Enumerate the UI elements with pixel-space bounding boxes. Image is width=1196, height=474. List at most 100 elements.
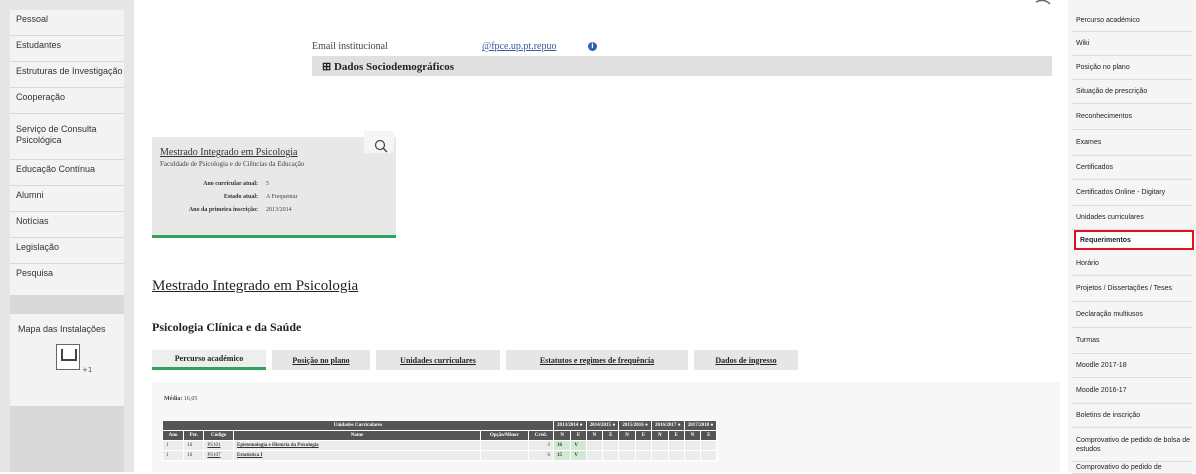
rnav-certificados[interactable]: Certificados bbox=[1072, 156, 1192, 180]
cell-empty bbox=[602, 450, 620, 461]
current-year-label: Ano curricular atual: bbox=[203, 181, 258, 187]
rnav-comprovativo-pedido[interactable]: Comprovativo do pedido de bbox=[1072, 462, 1192, 474]
rnav-exames[interactable]: Exames bbox=[1072, 130, 1192, 156]
cell-codigo[interactable]: PS101 bbox=[203, 440, 234, 451]
cell-empty bbox=[634, 440, 653, 451]
map-box[interactable]: Mapa das Instalações +1 bbox=[10, 314, 124, 406]
nav-item-alumni[interactable]: Alumni bbox=[10, 186, 124, 212]
col-e: E bbox=[570, 430, 587, 441]
nav-item-pessoal[interactable]: Pessoal bbox=[10, 10, 124, 36]
rnav-requerimentos[interactable]: Requerimentos bbox=[1074, 230, 1194, 250]
col-n: N bbox=[651, 430, 669, 441]
sociodemographic-label: ⊞ Dados Sociodemográficos bbox=[322, 61, 455, 73]
year-header-1[interactable]: 2014/2015 ● bbox=[585, 420, 620, 431]
cell-opcao bbox=[479, 450, 529, 461]
col-n: N bbox=[618, 430, 636, 441]
year-header-3[interactable]: 2016/2017 ● bbox=[651, 420, 685, 431]
cell-empty bbox=[618, 440, 636, 451]
academic-record-panel: Média: 16,05 Unidades Curriculares 2013/… bbox=[152, 382, 1060, 472]
rnav-reconhecimentos[interactable]: Reconhecimentos bbox=[1072, 104, 1192, 130]
tab-estatutos[interactable]: Estatutos e regimes de frequência bbox=[506, 350, 688, 370]
rnav-boletins[interactable]: Boletins de inscrição bbox=[1072, 404, 1192, 428]
year-header-4[interactable]: 2017/2018 ● bbox=[683, 420, 718, 431]
first-enrollment-value: 2013/2014 bbox=[266, 207, 292, 213]
cell-empty bbox=[651, 450, 669, 461]
program-title-link[interactable]: Mestrado Integrado em Psicologia bbox=[160, 147, 297, 158]
col-ano: Ano bbox=[161, 430, 185, 441]
rnav-turmas[interactable]: Turmas bbox=[1072, 328, 1192, 354]
rnav-moodle-2017[interactable]: Moodle 2017-18 bbox=[1072, 354, 1192, 378]
nav-item-pesquisa[interactable]: Pesquisa bbox=[10, 264, 124, 296]
average-label: Média: bbox=[164, 396, 183, 402]
cell-empty bbox=[667, 450, 685, 461]
left-navigation: Pessoal Estudantes Estruturas de Investi… bbox=[0, 0, 134, 472]
map-label: Mapa das Instalações bbox=[18, 324, 106, 334]
program-heading[interactable]: Mestrado Integrado em Psicologia bbox=[152, 278, 358, 295]
right-navigation: Percurso académico Wiki Posição no plano… bbox=[1068, 0, 1196, 474]
cell-cred: 3 bbox=[527, 440, 555, 451]
current-year-value: 5 bbox=[266, 181, 269, 187]
nav-item-consulta[interactable]: Serviço de Consulta Psicológica bbox=[10, 114, 124, 160]
average-value: 16,05 bbox=[183, 396, 198, 402]
rnav-situacao-prescricao[interactable]: Situação de prescrição bbox=[1072, 80, 1192, 104]
rnav-projetos[interactable]: Projetos / Dissertações / Teses bbox=[1072, 276, 1192, 302]
building-map-icon[interactable] bbox=[56, 344, 80, 370]
cell-nome[interactable]: Estatística I bbox=[232, 450, 481, 461]
rnav-comprovativo-bolsa[interactable]: Comprovativo de pedido de bolsa de estud… bbox=[1072, 428, 1192, 462]
cell-grade: 15 bbox=[552, 450, 572, 461]
nav-item-cooperacao[interactable]: Cooperação bbox=[10, 88, 124, 114]
search-icon[interactable] bbox=[1034, 0, 1054, 10]
cell-empty bbox=[585, 440, 604, 451]
status-label: Estado atual: bbox=[223, 194, 258, 200]
cell-empty bbox=[585, 450, 604, 461]
col-per: Per. bbox=[183, 430, 205, 441]
rnav-unidades-curriculares[interactable]: Unidades curriculares bbox=[1072, 206, 1192, 230]
nav-footer bbox=[10, 406, 124, 472]
rnav-posicao-plano[interactable]: Posição no plano bbox=[1072, 56, 1192, 80]
info-icon[interactable]: i bbox=[588, 42, 597, 51]
units-group-header: Unidades Curriculares bbox=[162, 420, 554, 431]
year-header-0[interactable]: 2013/2014 ● bbox=[553, 420, 587, 431]
cell-empty bbox=[683, 450, 702, 461]
first-enrollment-label: Ano da primeira inscrição: bbox=[188, 207, 258, 213]
cell-empty bbox=[634, 450, 653, 461]
cell-empty bbox=[667, 440, 685, 451]
nav-item-educacao[interactable]: Educação Contínua bbox=[10, 160, 124, 186]
cell-nome[interactable]: Epistemologia e História da Psicologia bbox=[232, 440, 481, 451]
year-4: 2017/2018 bbox=[687, 423, 710, 428]
year-1: 2014/2015 bbox=[589, 423, 612, 428]
nav-item-estudantes[interactable]: Estudantes bbox=[10, 36, 124, 62]
rnav-certificados-online[interactable]: Certificados Online - Digitary bbox=[1072, 180, 1192, 206]
col-e: E bbox=[700, 430, 718, 441]
zoom-icon[interactable] bbox=[374, 139, 388, 153]
rnav-horario[interactable]: Horário bbox=[1072, 252, 1192, 276]
year-3: 2016/2017 bbox=[655, 423, 677, 428]
tab-posicao-plano[interactable]: Posição no plano bbox=[272, 350, 370, 370]
tab-percurso-academico[interactable]: Percurso académico bbox=[152, 350, 266, 370]
email-link[interactable]: @fpce.up.pt.repuo bbox=[482, 41, 556, 52]
tab-dados-ingresso[interactable]: Dados de ingresso bbox=[694, 350, 798, 370]
map-level: +1 bbox=[82, 366, 93, 374]
email-label: Email institucional bbox=[312, 41, 388, 52]
cell-ano: 1 bbox=[161, 440, 185, 451]
year-header-2[interactable]: 2015/2016 ● bbox=[618, 420, 653, 431]
cell-empty bbox=[700, 450, 718, 461]
rnav-moodle-2016[interactable]: Moodle 2016-17 bbox=[1072, 378, 1192, 404]
nav-item-estruturas[interactable]: Estruturas de Investigação bbox=[10, 62, 124, 88]
cell-ano: 1 bbox=[161, 450, 185, 461]
nav-item-legislacao[interactable]: Legislação bbox=[10, 238, 124, 264]
col-e: E bbox=[602, 430, 620, 441]
sociodemographic-section[interactable]: ⊞ Dados Sociodemográficos bbox=[312, 56, 1052, 76]
tab-unidades-curriculares[interactable]: Unidades curriculares bbox=[376, 350, 500, 370]
col-n: N bbox=[585, 430, 604, 441]
rnav-percurso-academico[interactable]: Percurso académico bbox=[1072, 10, 1192, 32]
year-2: 2015/2016 bbox=[622, 423, 644, 428]
sociodemographic-text: Dados Sociodemográficos bbox=[333, 61, 455, 73]
col-e: E bbox=[667, 430, 685, 441]
col-nome: Nome bbox=[232, 430, 481, 441]
cell-empty bbox=[700, 440, 718, 451]
rnav-wiki[interactable]: Wiki bbox=[1072, 32, 1192, 56]
rnav-declaracao[interactable]: Declaração multiusos bbox=[1072, 302, 1192, 328]
nav-item-noticias[interactable]: Notícias bbox=[10, 212, 124, 238]
cell-codigo[interactable]: PS107 bbox=[203, 450, 234, 461]
